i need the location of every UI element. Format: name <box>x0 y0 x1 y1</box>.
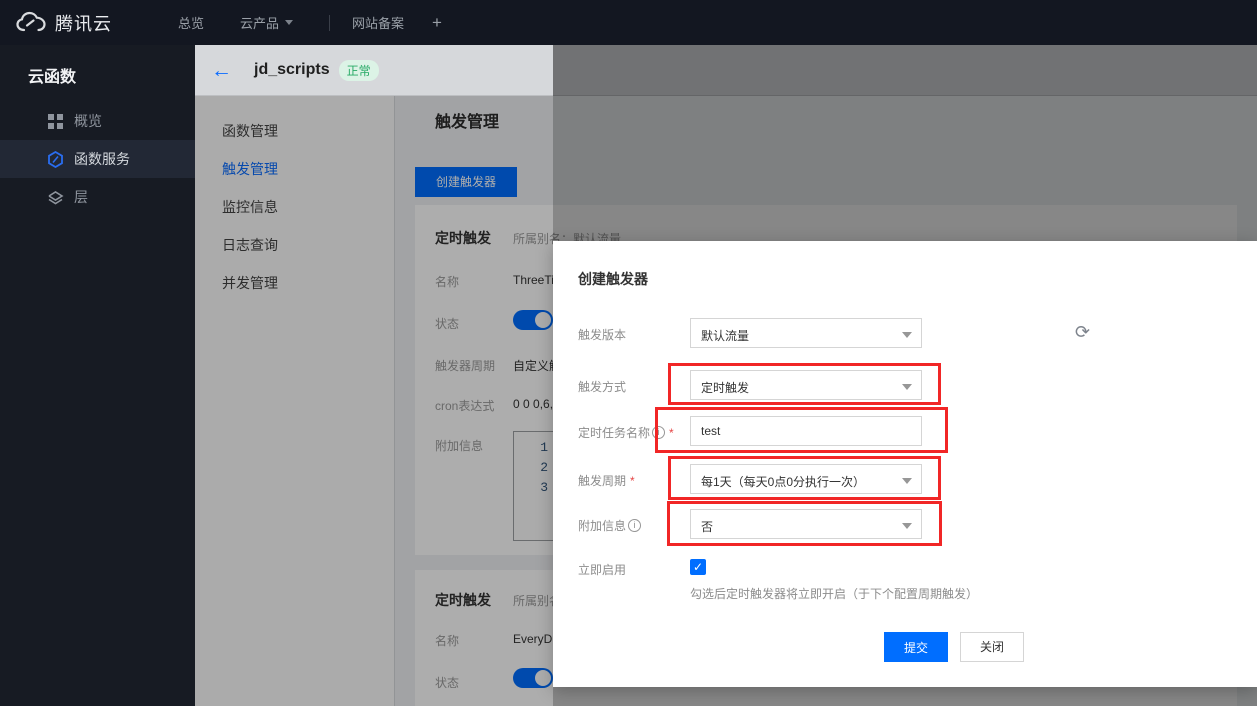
nav-add-tab-button[interactable]: + <box>432 13 442 33</box>
dialog-title: 创建触发器 <box>578 269 648 289</box>
grid-icon <box>47 113 64 130</box>
enable-now-checkbox[interactable]: ✓ <box>690 559 706 575</box>
label-extra-info: 附加信息 i <box>578 517 641 534</box>
label-trigger-version: 触发版本 <box>578 326 626 343</box>
required-asterisk: * <box>669 426 674 440</box>
trigger-cycle-row: 每1天（每天0点0分执行一次） <box>690 464 922 494</box>
chevron-down-icon <box>285 20 293 25</box>
sidebar-item-label: 概览 <box>74 111 102 131</box>
enable-help-text: 勾选后定时触发器将立即开启（于下个配置周期触发） <box>690 585 978 602</box>
label-trigger-cycle: 触发周期 * <box>578 472 635 489</box>
cloud-logo-icon <box>16 11 46 35</box>
task-name-input[interactable] <box>690 416 922 446</box>
sidebar-item-function-service[interactable]: 函数服务 <box>0 140 195 178</box>
brand-text: 腾讯云 <box>55 10 112 36</box>
sidebar-item-label: 函数服务 <box>74 149 130 169</box>
function-name: jd_scripts <box>254 61 330 79</box>
modal-dim-overlay-left <box>195 96 553 706</box>
left-sidebar: 云函数 概览 函数服务 <box>0 45 195 706</box>
nav-beian[interactable]: 网站备案 <box>352 13 404 32</box>
label-trigger-type: 触发方式 <box>578 378 626 395</box>
top-navbar: 腾讯云 总览 云产品 网站备案 + <box>0 0 1257 45</box>
extra-info-row: 否 <box>690 509 922 539</box>
label-task-name: 定时任务名称 i * <box>578 424 674 441</box>
info-icon[interactable]: i <box>628 519 641 532</box>
back-arrow-icon[interactable]: ← <box>211 60 232 81</box>
chevron-down-icon <box>902 384 912 390</box>
nav-divider <box>329 15 330 31</box>
chevron-down-icon <box>902 523 912 529</box>
chevron-down-icon <box>902 478 912 484</box>
submit-button[interactable]: 提交 <box>884 632 948 662</box>
required-asterisk: * <box>630 474 635 488</box>
refresh-icon[interactable]: ⟳ <box>1075 322 1090 343</box>
nav-overview[interactable]: 总览 <box>178 13 204 32</box>
tencent-cloud-logo[interactable]: 腾讯云 <box>16 10 112 36</box>
trigger-version-row: 默认流量 ⟳ <box>690 318 922 348</box>
app-root: 腾讯云 总览 云产品 网站备案 + 云函数 概览 <box>0 0 1257 706</box>
sidebar-item-overview[interactable]: 概览 <box>0 102 195 140</box>
layers-icon <box>47 189 64 206</box>
close-button[interactable]: 关闭 <box>960 632 1024 662</box>
status-badge: 正常 <box>339 60 379 81</box>
product-title: 云函数 <box>0 45 195 96</box>
trigger-type-row: 定时触发 <box>690 370 922 400</box>
info-icon[interactable]: i <box>652 426 665 439</box>
label-enable-now: 立即启用 <box>578 561 626 578</box>
chevron-down-icon <box>902 332 912 338</box>
sidebar-item-label: 层 <box>74 187 88 207</box>
sidebar-item-layers[interactable]: 层 <box>0 178 195 216</box>
function-icon <box>47 151 64 168</box>
trigger-version-select[interactable]: 默认流量 <box>690 318 922 348</box>
create-trigger-dialog: 创建触发器 触发版本 默认流量 ⟳ 触发方式 定时触发 定时任务名称 i * <box>553 241 1257 687</box>
extra-info-select[interactable]: 否 <box>690 509 922 539</box>
nav-products[interactable]: 云产品 <box>240 13 293 32</box>
task-name-row <box>690 416 922 446</box>
trigger-cycle-select[interactable]: 每1天（每天0点0分执行一次） <box>690 464 922 494</box>
trigger-type-select[interactable]: 定时触发 <box>690 370 922 400</box>
